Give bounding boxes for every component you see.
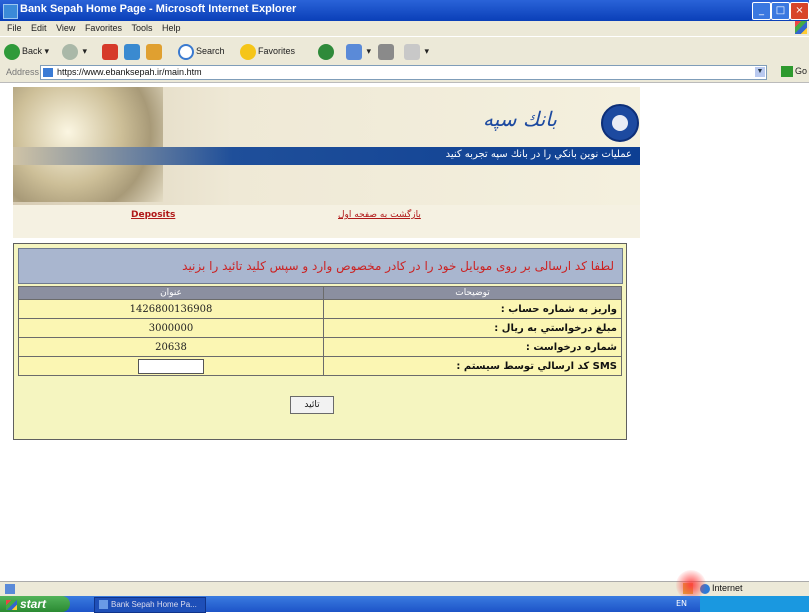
sms-code-cell — [18, 356, 324, 376]
account-number-value: 1426800136908 — [18, 299, 324, 319]
stop-icon — [102, 43, 118, 60]
details-table: عنوان توضيحات 1426800136908 واريز به شما… — [18, 286, 622, 376]
search-icon — [178, 43, 194, 60]
refresh-button[interactable] — [124, 42, 142, 60]
home-link[interactable]: بازگشت به صفحه اول — [338, 210, 421, 220]
security-zone: Internet — [700, 583, 743, 594]
sms-code-label: SMS كد ارسالي توسط سيستم : — [323, 356, 622, 376]
mail-icon — [346, 43, 362, 60]
forward-arrow-icon — [62, 43, 78, 60]
address-bar: Address https://www.ebanksepah.ir/main.h… — [0, 63, 809, 83]
request-number-label: شماره درخواست : — [323, 337, 622, 357]
header-nav — [13, 205, 640, 238]
table-row: 20638 شماره درخواست : — [18, 337, 622, 357]
deposits-link[interactable]: Deposits — [131, 210, 175, 220]
bank-logo-text: بانك سپه — [483, 107, 557, 131]
back-arrow-icon — [4, 43, 20, 60]
print-button[interactable] — [378, 42, 396, 60]
system-tray — [700, 596, 809, 612]
history-button[interactable] — [318, 42, 336, 60]
back-button[interactable]: Back ▾ — [4, 42, 49, 60]
taskbar: start Bank Sepah Home Pa... EN — [0, 596, 809, 613]
header-tagline: عمليات نوين بانكي را در بانك سپه تجربه ك… — [445, 149, 632, 160]
title-bar: Bank Sepah Home Page - Microsoft Interne… — [0, 0, 809, 21]
table-header-row: عنوان توضيحات — [18, 286, 622, 300]
bank-emblem-icon — [601, 104, 639, 142]
account-number-label: واريز به شماره حساب : — [323, 299, 622, 319]
windows-flag-icon — [6, 599, 17, 610]
amount-label: مبلغ درخواستي به ريال : — [323, 318, 622, 338]
edit-icon — [404, 43, 420, 60]
instruction-text: لطفا کد ارسالی بر روی موبایل خود را در ک… — [182, 259, 614, 273]
menu-file[interactable]: File — [7, 21, 22, 36]
menu-edit[interactable]: Edit — [31, 21, 47, 36]
table-row: 1426800136908 واريز به شماره حساب : — [18, 299, 622, 319]
toolbar: Back ▾ ▾ Search Favorites ▾ ▾ — [0, 36, 809, 65]
star-icon — [240, 43, 256, 60]
history-icon — [318, 43, 334, 60]
table-row: SMS كد ارسالي توسط سيستم : — [18, 356, 622, 376]
stop-button[interactable] — [102, 42, 120, 60]
confirm-button[interactable]: تائيد — [290, 396, 334, 414]
print-icon — [378, 43, 394, 60]
column-header-description: توضيحات — [323, 286, 622, 300]
windows-logo-icon — [795, 21, 807, 34]
close-button[interactable]: × — [790, 2, 809, 20]
ie-task-icon — [99, 600, 108, 610]
maximize-button[interactable]: □ — [771, 2, 790, 20]
home-button[interactable] — [146, 42, 164, 60]
menu-view[interactable]: View — [56, 21, 75, 36]
language-indicator[interactable]: EN — [676, 596, 687, 612]
page-icon — [43, 68, 53, 77]
favorites-button[interactable]: Favorites — [240, 42, 295, 60]
menu-tools[interactable]: Tools — [131, 21, 152, 36]
ie-icon — [3, 4, 18, 19]
menu-favorites[interactable]: Favorites — [85, 21, 122, 36]
go-button[interactable]: Go — [781, 66, 807, 78]
page-status-icon — [5, 584, 15, 594]
taskbar-item-browser[interactable]: Bank Sepah Home Pa... — [94, 597, 206, 613]
edit-button[interactable]: ▾ — [404, 42, 429, 60]
menu-help[interactable]: Help — [162, 21, 181, 36]
search-button[interactable]: Search — [178, 42, 225, 60]
column-header-value: عنوان — [18, 286, 324, 300]
address-label: Address — [6, 67, 40, 77]
confirmation-form: لطفا کد ارسالی بر روی موبایل خود را در ک… — [13, 243, 627, 440]
refresh-icon — [124, 43, 140, 60]
address-url: https://www.ebanksepah.ir/main.htm — [57, 67, 202, 77]
forward-button[interactable]: ▾ — [62, 42, 87, 60]
go-arrow-icon — [781, 66, 793, 78]
table-row: 3000000 مبلغ درخواستي به ريال : — [18, 318, 622, 338]
home-icon — [146, 43, 162, 60]
sms-code-input[interactable] — [138, 358, 204, 374]
chevron-down-icon[interactable]: ▼ — [755, 67, 765, 77]
page-content: عمليات نوين بانكي را در بانك سپه تجربه ك… — [0, 83, 809, 581]
address-input[interactable]: https://www.ebanksepah.ir/main.htm ▼ — [40, 65, 767, 80]
window-title: Bank Sepah Home Page - Microsoft Interne… — [20, 3, 297, 15]
request-number-value: 20638 — [18, 337, 324, 357]
header-decoration — [13, 87, 163, 202]
bank-header: عمليات نوين بانكي را در بانك سپه تجربه ك… — [13, 87, 640, 238]
menu-bar: File Edit View Favorites Tools Help — [0, 21, 809, 36]
minimize-button[interactable]: _ — [752, 2, 771, 20]
instruction-banner: لطفا کد ارسالی بر روی موبایل خود را در ک… — [18, 248, 623, 284]
amount-value: 3000000 — [18, 318, 324, 338]
mail-button[interactable]: ▾ — [346, 42, 371, 60]
start-button[interactable]: start — [0, 596, 70, 612]
